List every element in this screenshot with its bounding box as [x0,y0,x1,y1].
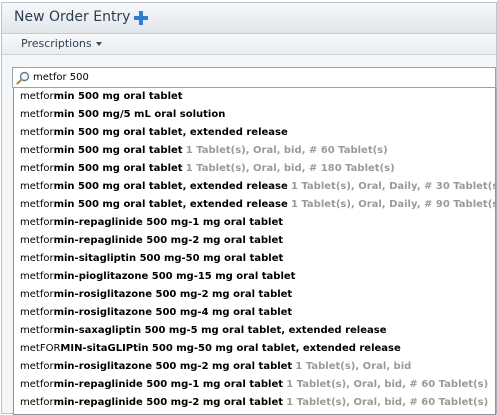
add-plus-icon[interactable] [133,10,149,26]
suggestion-match-text: metfor [20,307,54,318]
suggestion-match-text: metfor [20,289,54,300]
suggestion-match-text: metfor [20,127,54,138]
suggestion-item[interactable]: metformin 500 mg oral tablet 1 Tablet(s)… [14,142,495,160]
toolbar: Prescriptions [2,34,496,55]
suggestion-item[interactable]: metformin-sitagliptin 500 mg-50 mg oral … [14,250,495,268]
suggestion-item[interactable]: metformin 500 mg oral tablet 1 Tablet(s)… [14,160,495,178]
suggestion-item[interactable]: metformin-repaglinide 500 mg-1 mg oral t… [14,214,495,232]
suggestion-item[interactable]: metformin-pioglitazone 500 mg-15 mg oral… [14,268,495,286]
suggestion-item[interactable]: metformin 500 mg/5 mL oral solution [14,106,495,124]
prescriptions-label: Prescriptions [21,37,92,50]
suggestion-item[interactable]: metformin 500 mg oral tablet, extended r… [14,196,495,214]
page-title: New Order Entry [14,9,131,25]
suggestion-match-text: metfor [20,271,54,282]
suggestion-match-text: metfor [20,379,54,390]
suggestion-item[interactable]: metformin 500 mg oral tablet, extended r… [14,178,495,196]
suggestion-match-text: metfor [20,217,54,228]
suggestion-dropdown: metformin 500 mg oral tablet metformin 50… [13,88,496,415]
suggestion-match-text: metfor [20,91,54,102]
suggestion-match-text: metfor [20,109,54,120]
suggestion-match-text: metFOR [20,343,61,354]
suggestion-item[interactable]: metformin-repaglinide 500 mg-2 mg oral t… [14,394,495,412]
search-box [12,67,496,88]
suggestion-drug-text: min-saxagliptin 500 mg-5 mg oral tablet,… [53,325,387,336]
search-icon [16,70,30,85]
suggestion-drug-text: min 500 mg oral tablet, extended release [53,181,288,192]
suggestion-drug-text: min 500 mg oral tablet [53,91,183,102]
suggestion-drug-text: min-sitagliptin 500 mg-50 mg oral tablet [53,253,284,264]
suggestion-match-text: metfor [20,163,54,174]
suggestion-drug-text: min-pioglitazone 500 mg-15 mg oral table… [53,271,296,282]
suggestion-drug-text: min-rosiglitazone 500 mg-2 mg oral table… [53,289,293,300]
suggestion-sig-text: 1 Tablet(s), Oral, bid [295,361,412,372]
panel-header: New Order Entry [2,3,496,34]
suggestion-item[interactable]: metformin 500 mg oral tablet [14,88,495,106]
suggestion-match-text: metfor [20,325,54,336]
suggestion-match-text: metfor [20,397,54,408]
search-input[interactable] [33,69,488,85]
suggestion-item[interactable]: metformin-rosiglitazone 500 mg-2 mg oral… [14,286,495,304]
suggestion-item[interactable]: metformin-repaglinide 500 mg-2 mg oral t… [14,232,495,250]
suggestion-drug-text: min 500 mg oral tablet [53,145,183,156]
suggestion-sig-text: 1 Tablet(s), Oral, bid, # 60 Tablet(s) [286,379,489,390]
suggestion-drug-text: min-repaglinide 500 mg-2 mg oral tablet [53,397,284,408]
suggestion-item[interactable]: metformin-repaglinide 500 mg-1 mg oral t… [14,376,495,394]
suggestion-match-text: metfor [20,181,54,192]
suggestion-item[interactable]: metformin-rosiglitazone 500 mg-4 mg oral… [14,304,495,322]
prescriptions-menu[interactable]: Prescriptions [21,37,102,50]
suggestion-drug-text: min-rosiglitazone 500 mg-2 mg oral table… [53,361,293,372]
suggestion-drug-text: MIN-sitaGLIPtin 500 mg-50 mg oral tablet… [60,343,401,354]
suggestion-drug-text: min 500 mg oral tablet, extended release [53,127,288,138]
suggestion-drug-text: min-repaglinide 500 mg-1 mg oral tablet [53,379,284,390]
chevron-down-icon [95,42,102,46]
suggestion-drug-text: min 500 mg/5 mL oral solution [53,109,226,120]
suggestion-sig-text: 1 Tablet(s), Oral, Daily, # 30 Tablet(s) [290,181,495,192]
suggestion-match-text: metfor [20,361,54,372]
suggestion-match-text: metfor [20,145,54,156]
suggestion-item[interactable]: metFORMIN-sitaGLIPtin 500 mg-50 mg oral … [14,340,495,358]
suggestion-sig-text: 1 Tablet(s), Oral, bid, # 60 Tablet(s) [286,397,489,408]
suggestion-drug-text: min 500 mg oral tablet [53,163,183,174]
suggestion-item[interactable]: metformin 500 mg oral tablet, extended r… [14,124,495,142]
suggestion-drug-text: min-repaglinide 500 mg-2 mg oral tablet [53,235,284,246]
suggestion-drug-text: min 500 mg oral tablet, extended release [53,199,288,210]
suggestion-match-text: metfor [20,253,54,264]
suggestion-sig-text: 1 Tablet(s), Oral, bid, # 180 Tablet(s) [185,163,395,174]
suggestion-match-text: metfor [20,235,54,246]
suggestion-item[interactable]: metformin-rosiglitazone 500 mg-2 mg oral… [14,358,495,376]
suggestion-drug-text: min-repaglinide 500 mg-1 mg oral tablet [53,217,284,228]
suggestion-sig-text: 1 Tablet(s), Oral, Daily, # 90 Tablet(s) [290,199,495,210]
suggestion-match-text: metfor [20,199,54,210]
suggestion-sig-text: 1 Tablet(s), Oral, bid, # 60 Tablet(s) [185,145,388,156]
suggestion-item[interactable]: metformin-saxagliptin 500 mg-5 mg oral t… [14,322,495,340]
suggestion-drug-text: min-rosiglitazone 500 mg-4 mg oral table… [53,307,293,318]
